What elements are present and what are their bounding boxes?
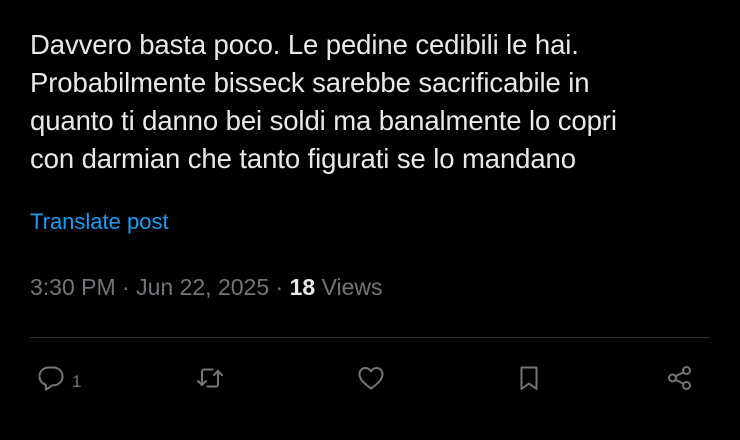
reply-button[interactable]: 1 <box>36 362 81 398</box>
bookmark-button[interactable] <box>514 362 544 398</box>
like-button[interactable] <box>356 362 386 398</box>
views-label[interactable]: Views <box>322 274 383 300</box>
post-text-line: con darmian che tanto figurati se lo man… <box>30 143 576 174</box>
meta-separator: · <box>269 274 290 300</box>
divider <box>30 337 710 338</box>
reply-bubble-icon <box>36 363 66 398</box>
post-text-line: quanto ti danno bei soldi ma banalmente … <box>30 105 617 136</box>
post-text-line: Davvero basta poco. Le pedine cedibili l… <box>30 29 579 60</box>
bookmark-icon <box>514 363 544 398</box>
views-count[interactable]: 18 <box>290 274 316 300</box>
share-button[interactable] <box>665 362 695 398</box>
post-text-line: Probabilmente bisseck sarebbe sacrificab… <box>30 67 590 98</box>
post-text: Davvero basta poco. Le pedine cedibili l… <box>30 26 710 178</box>
repost-button[interactable] <box>195 362 225 398</box>
heart-icon <box>356 363 386 398</box>
reply-count: 1 <box>72 372 82 391</box>
repost-arrows-icon <box>195 363 225 398</box>
post-time[interactable]: 3:30 PM <box>30 274 116 300</box>
translate-post-link[interactable]: Translate post <box>30 208 169 236</box>
meta-separator: · <box>115 274 137 300</box>
share-icon <box>665 363 695 398</box>
post-meta: 3:30 PM · Jun 22, 2025 · 18 Views <box>30 272 383 302</box>
post-date[interactable]: Jun 22, 2025 <box>136 274 269 300</box>
post-detail: Davvero basta poco. Le pedine cedibili l… <box>30 0 710 440</box>
action-bar: 1 <box>30 352 710 408</box>
